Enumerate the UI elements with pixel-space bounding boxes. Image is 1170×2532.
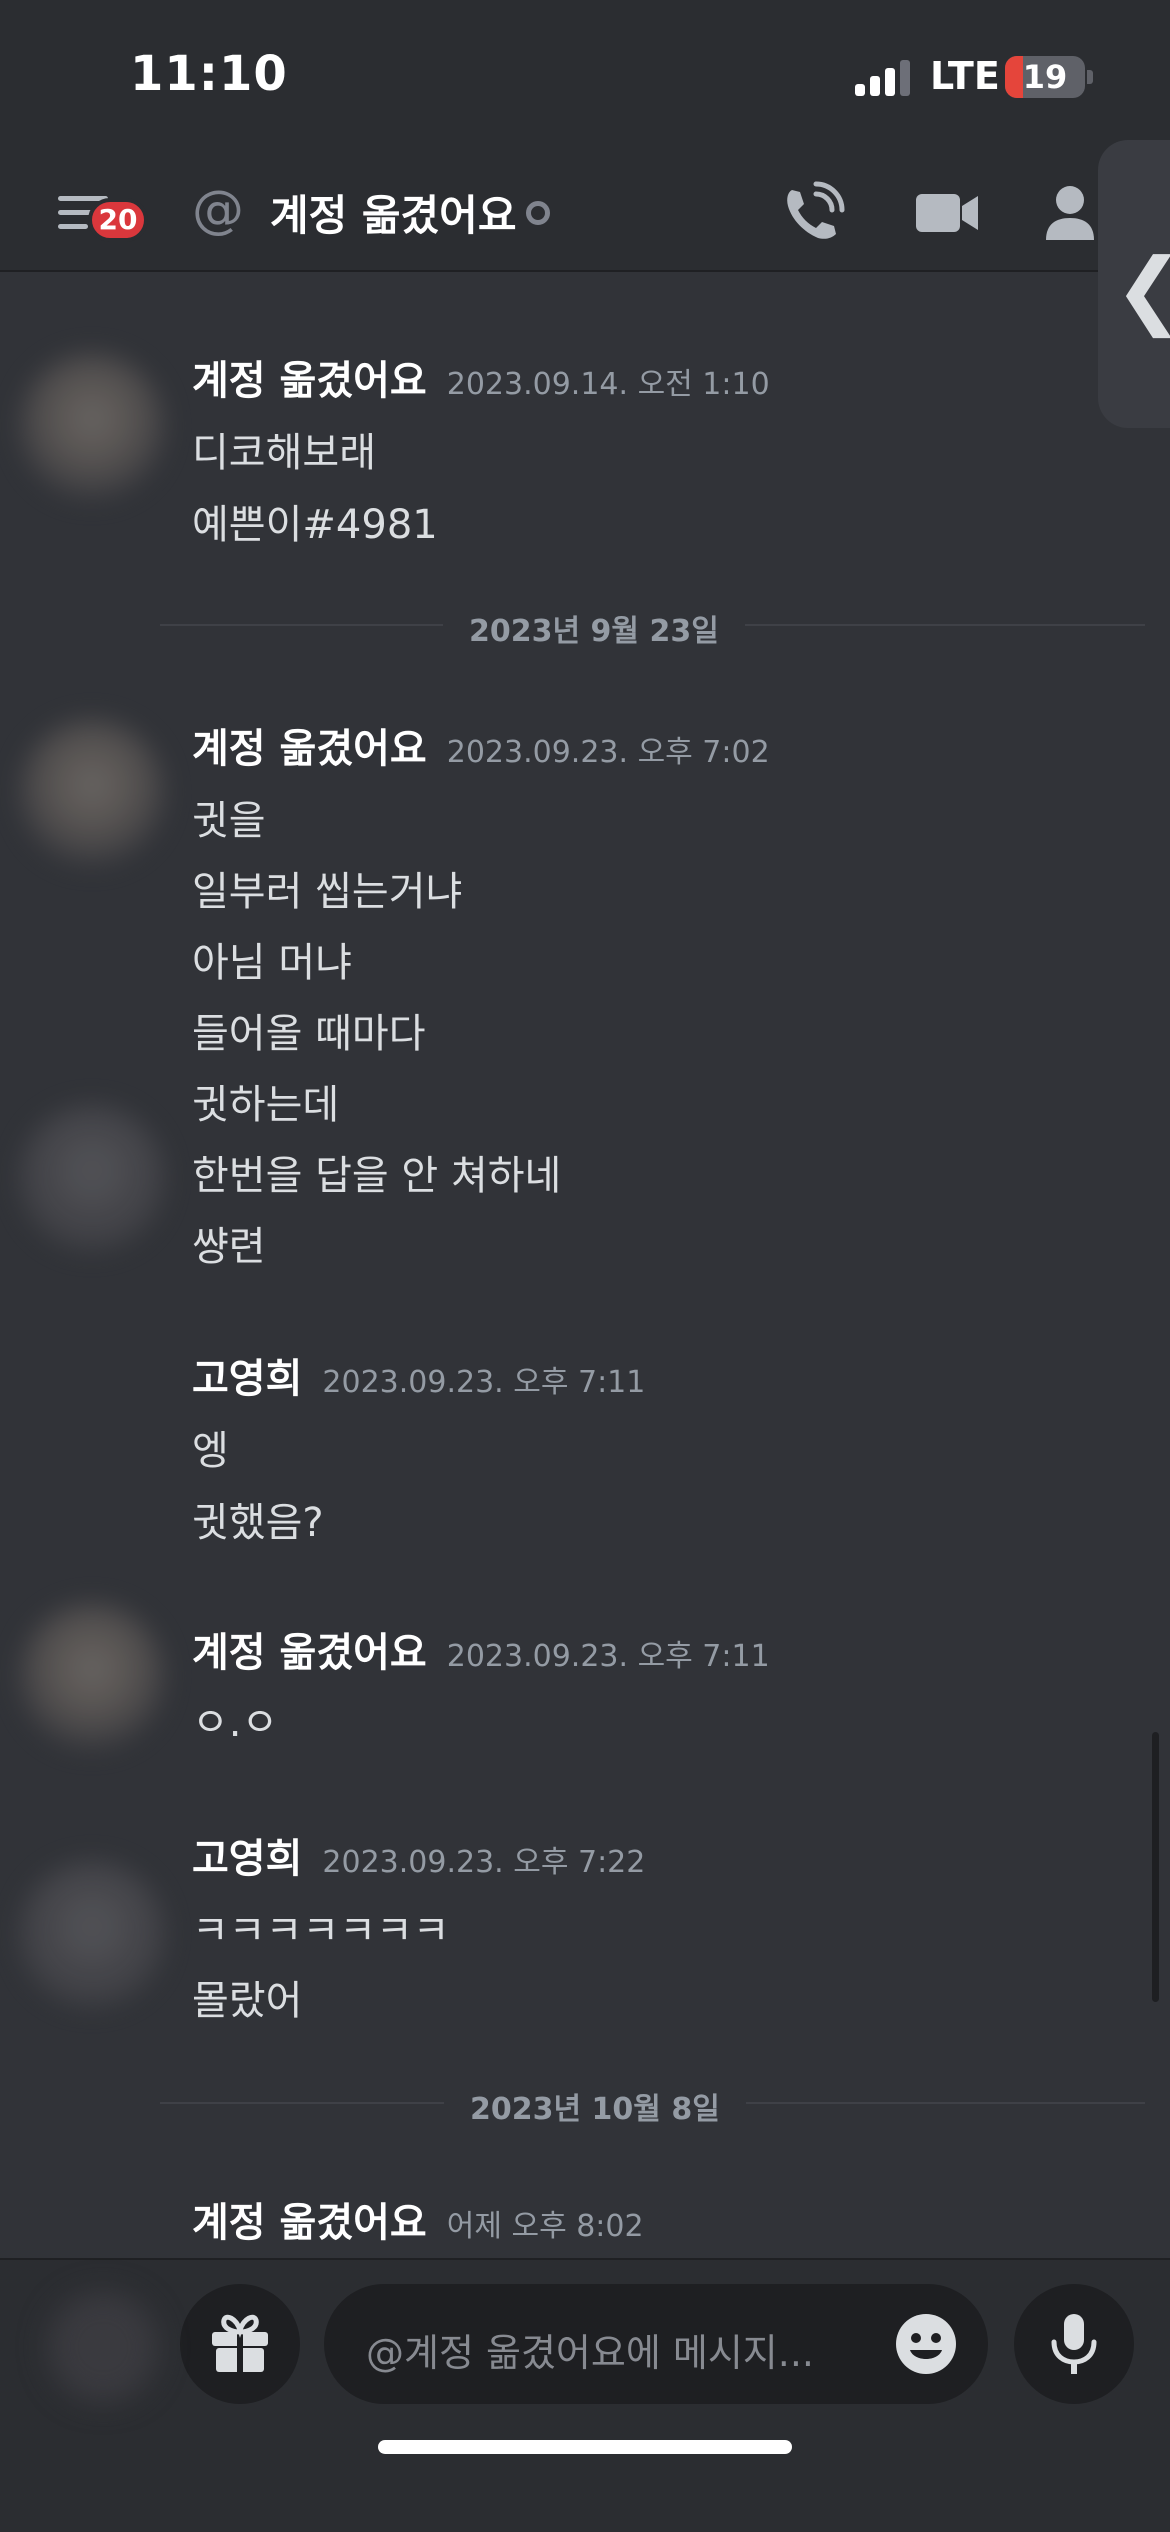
message-text: 몰랐어 <box>192 1978 303 2024</box>
message-text: 아님 머냐 <box>192 940 352 986</box>
message-list: 계정 옮겼어요 2023.09.14. 오전 1:10 디코해보래 예쁜이#498… <box>0 272 1170 2258</box>
message-text: 한번을 답을 안 쳐하네 <box>192 1153 562 1199</box>
battery-icon: 19 <box>1005 56 1085 98</box>
date-divider-label: 2023년 9월 23일 <box>443 606 745 650</box>
message-author[interactable]: 고영희 <box>192 1356 302 1402</box>
message-text: 일부러 씹는거냐 <box>192 869 463 915</box>
scrollbar[interactable] <box>1152 1732 1159 2002</box>
message-text: 귓하는데 <box>192 1082 340 1128</box>
avatar[interactable] <box>18 1602 166 1750</box>
avatar[interactable] <box>18 1860 166 2008</box>
chevron-left-icon: ❮ <box>1114 240 1170 338</box>
message-text: 디코해보래 <box>192 430 376 476</box>
message-header: 계정 옮겼어요 어제 오후 8:02 <box>192 2190 644 2248</box>
signal-strength-icon <box>855 60 911 96</box>
message-header: 고영희 2023.09.23. 오후 7:11 <box>192 1346 645 1404</box>
video-call-icon[interactable] <box>912 178 982 248</box>
side-panel-tab[interactable]: ❮ <box>1098 140 1170 428</box>
message-composer: @계정 옮겼어요에 메시지... <box>0 2258 1170 2532</box>
gift-button[interactable] <box>180 2284 300 2404</box>
voice-message-button[interactable] <box>1014 2284 1134 2404</box>
message-text: 귓했음? <box>192 1500 324 1546</box>
message-timestamp: 2023.09.23. 오후 7:11 <box>322 1365 646 1400</box>
at-icon: @ <box>192 180 244 240</box>
avatar[interactable] <box>18 718 166 866</box>
channel-header: 20 @ 계정 옮겼어요 <box>0 150 1170 272</box>
message-timestamp: 2023.09.14. 오전 1:10 <box>446 367 770 402</box>
message-text: 예쁜이#4981 <box>192 502 438 548</box>
message-timestamp: 2023.09.23. 오후 7:02 <box>446 735 770 770</box>
message-author[interactable]: 계정 옮겼어요 <box>192 1630 427 1676</box>
message-timestamp: 2023.09.23. 오후 7:22 <box>322 1845 646 1880</box>
avatar[interactable] <box>18 352 166 500</box>
status-time: 11:10 <box>130 46 288 102</box>
date-divider-label: 2023년 10월 8일 <box>444 2084 746 2128</box>
voice-call-icon[interactable] <box>778 178 848 248</box>
message-text: ㅋㅋㅋㅋㅋㅋㅋ <box>192 1908 450 1954</box>
message-text: 들어올 때마다 <box>192 1011 426 1057</box>
message-author[interactable]: 계정 옮겼어요 <box>192 726 427 772</box>
message-input[interactable]: @계정 옮겼어요에 메시지... <box>324 2284 988 2404</box>
avatar[interactable] <box>18 1104 166 1252</box>
network-type: LTE <box>930 54 1000 98</box>
status-bar: 11:10 LTE 19 <box>0 0 1170 150</box>
message-author[interactable]: 계정 옮겼어요 <box>192 2200 427 2246</box>
message-header: 고영희 2023.09.23. 오후 7:22 <box>192 1826 645 1884</box>
message-text: 귓을 <box>192 798 266 844</box>
message-text: 썅련 <box>192 1224 266 1270</box>
battery-level: 19 <box>1022 58 1068 96</box>
channel-title[interactable]: 계정 옮겼어요 <box>270 182 516 243</box>
message-timestamp: 2023.09.23. 오후 7:11 <box>446 1639 770 1674</box>
emoji-icon[interactable] <box>894 2312 958 2376</box>
avatar <box>48 2292 158 2402</box>
offline-status-icon <box>526 201 550 225</box>
message-header: 계정 옮겼어요 2023.09.14. 오전 1:10 <box>192 348 770 406</box>
message-author[interactable]: 계정 옮겼어요 <box>192 358 427 404</box>
message-author[interactable]: 고영희 <box>192 1836 302 1882</box>
message-header: 계정 옮겼어요 2023.09.23. 오후 7:02 <box>192 716 770 774</box>
message-timestamp: 어제 오후 8:02 <box>446 2209 644 2244</box>
gift-icon <box>212 2314 268 2372</box>
message-text: 엥 <box>192 1428 229 1474</box>
message-header: 계정 옮겼어요 2023.09.23. 오후 7:11 <box>192 1620 770 1678</box>
microphone-icon <box>1051 2314 1097 2374</box>
notification-badge: 20 <box>88 198 148 242</box>
message-input-placeholder: @계정 옮겼어요에 메시지... <box>366 2331 814 2375</box>
home-indicator[interactable] <box>378 2440 792 2454</box>
message-text: ㅇ.ㅇ <box>192 1700 279 1746</box>
